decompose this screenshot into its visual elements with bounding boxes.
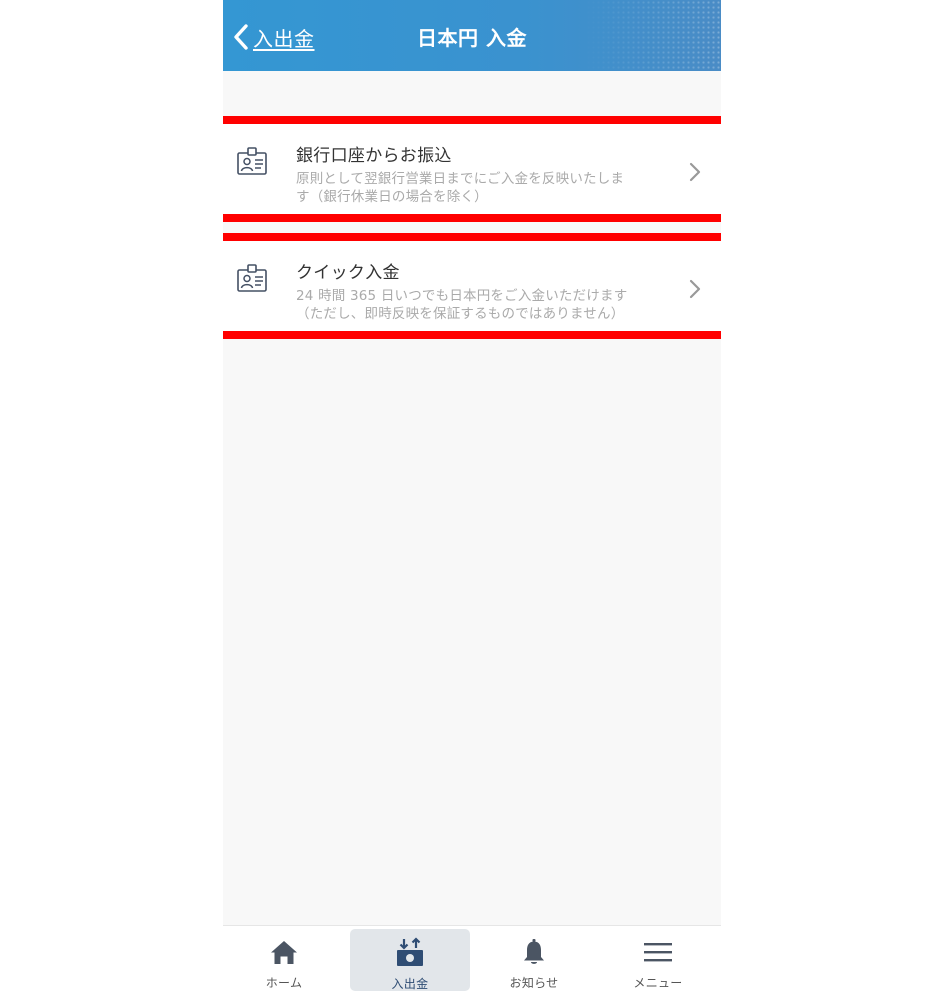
tab-label: ホーム: [265, 976, 303, 990]
page-title: 日本円 入金: [417, 26, 527, 50]
home-icon: [271, 940, 297, 964]
option-description-line: 24 時間 365 日いつでも日本円をご入金いただけます: [296, 288, 628, 304]
option-title: クイック入金: [296, 263, 400, 283]
deposit-withdraw-icon: [397, 937, 423, 966]
tab-deposit-withdraw[interactable]: 入出金: [350, 929, 470, 991]
bottom-tab-bar: ホーム 入出金 お知らせ メニュー: [223, 925, 721, 998]
option-description-line: （ただし、即時反映を保証するものではありません）: [296, 306, 625, 322]
quick-deposit-option[interactable]: クイック入金 24 時間 365 日いつでも日本円をご入金いただけます （ただし…: [223, 233, 721, 339]
tab-label: メニュー: [633, 976, 683, 990]
app-screen: 入出金 日本円 入金 銀行口座からお振込 原則として翌銀行営業日までにご入金を反…: [223, 0, 721, 998]
tab-home[interactable]: ホーム: [224, 929, 344, 991]
option-description: 原則として翌銀行営業日までにご入金を反映いたしま す（銀行休業日の場合を除く）: [296, 170, 666, 206]
chevron-right-icon: [689, 279, 701, 299]
bell-icon: [524, 938, 544, 964]
bank-transfer-option[interactable]: 銀行口座からお振込 原則として翌銀行営業日までにご入金を反映いたしま す（銀行休…: [223, 116, 721, 222]
option-title: 銀行口座からお振込: [296, 146, 452, 166]
header-bar: 入出金 日本円 入金: [223, 0, 721, 71]
tab-menu[interactable]: メニュー: [598, 929, 718, 991]
menu-icon: [644, 942, 672, 961]
id-card-icon: [237, 147, 267, 175]
option-description-line: す（銀行休業日の場合を除く）: [296, 189, 488, 205]
tab-notifications[interactable]: お知らせ: [474, 929, 594, 991]
tab-label: お知らせ: [509, 976, 559, 990]
option-description: 24 時間 365 日いつでも日本円をご入金いただけます （ただし、即時反映を保…: [296, 287, 666, 323]
id-card-icon: [237, 264, 267, 292]
chevron-right-icon: [689, 162, 701, 182]
option-description-line: 原則として翌銀行営業日までにご入金を反映いたしま: [296, 171, 625, 187]
tab-label: 入出金: [391, 977, 429, 991]
